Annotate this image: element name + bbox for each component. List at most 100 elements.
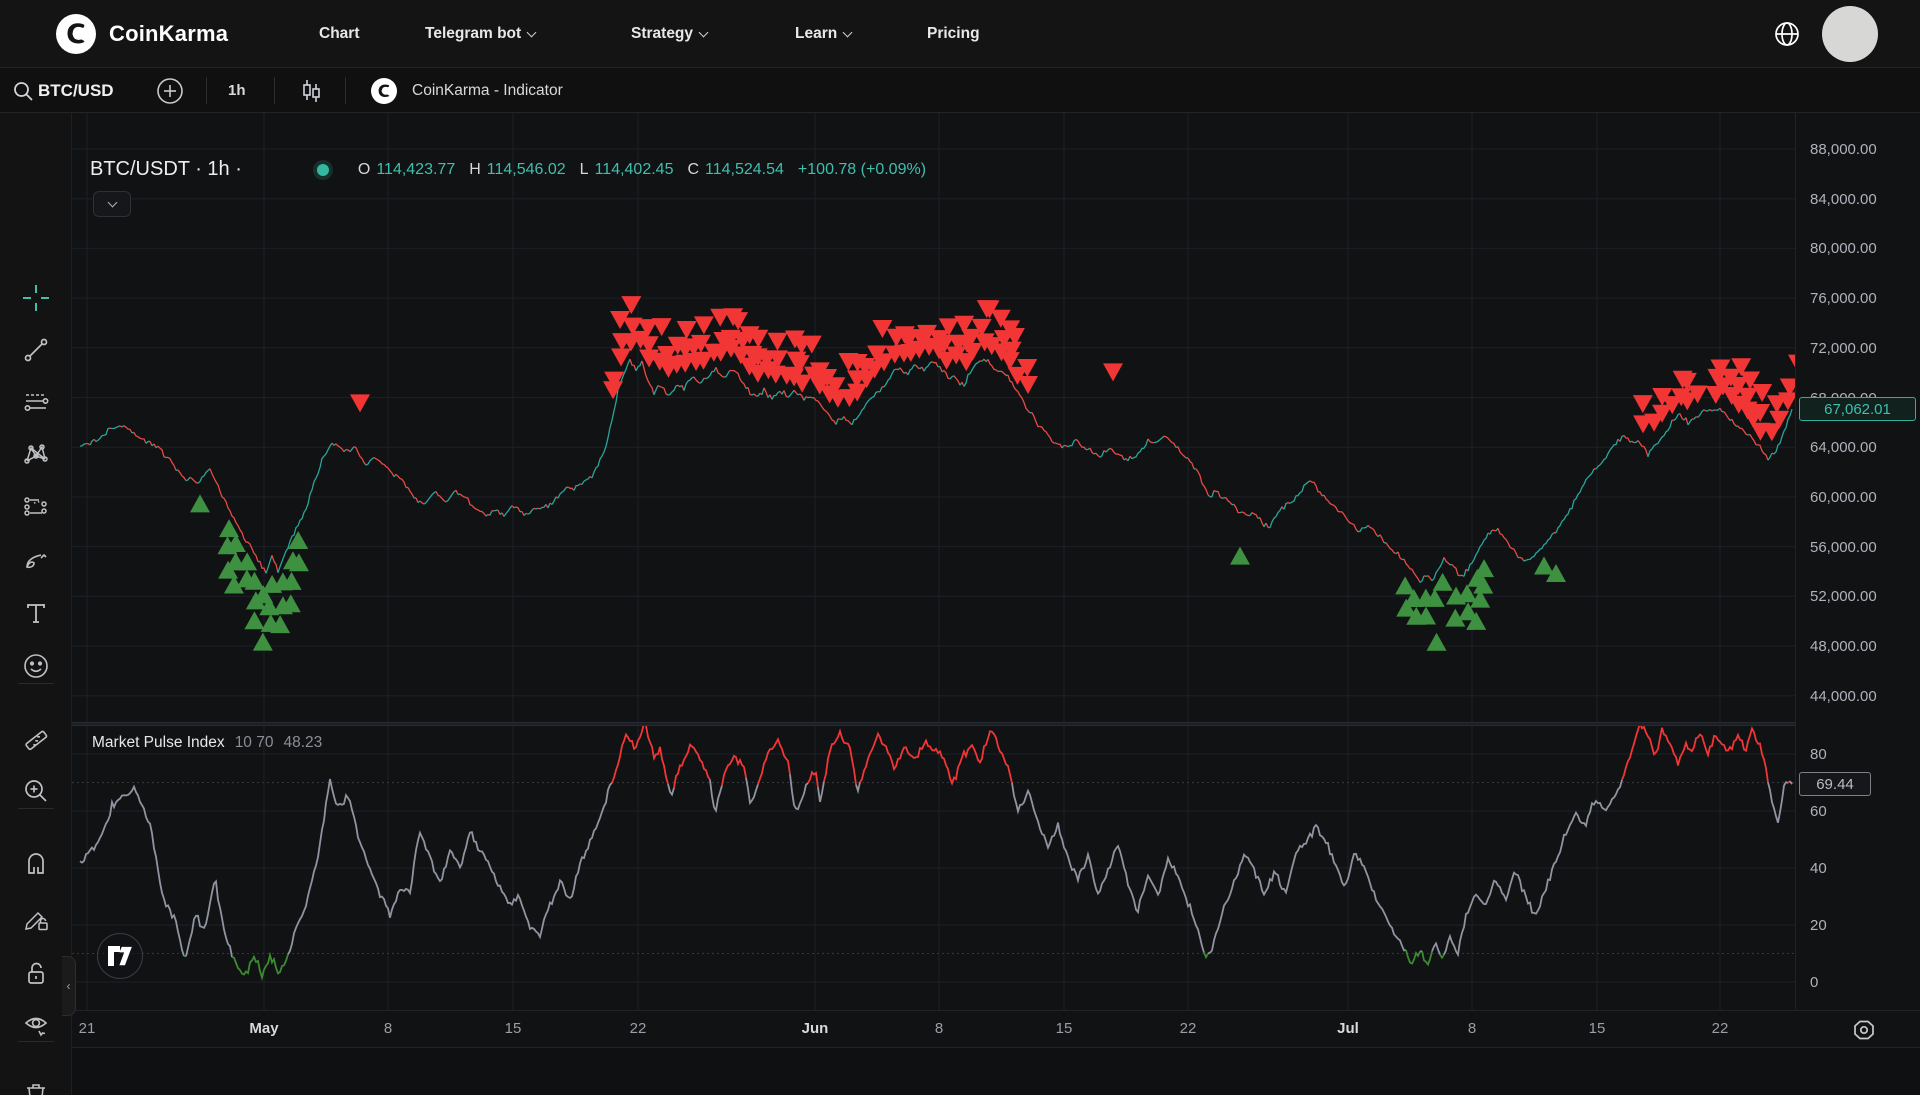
sell-signal-marker bbox=[694, 316, 714, 334]
user-avatar[interactable] bbox=[1822, 6, 1878, 62]
sidebar-collapse-handle[interactable]: ‹ bbox=[62, 956, 76, 1016]
chart-style-candles-icon[interactable] bbox=[298, 68, 324, 113]
time-tick-label: Jul bbox=[1337, 1020, 1359, 1037]
tool-text[interactable] bbox=[14, 591, 58, 635]
sell-signal-marker bbox=[1633, 395, 1653, 413]
crosshair-icon bbox=[22, 284, 50, 312]
sell-signal-marker bbox=[652, 318, 672, 336]
buy-signal-marker bbox=[1395, 576, 1415, 594]
price-tick-label: 64,000.00 bbox=[1810, 439, 1877, 456]
sell-signal-marker bbox=[1752, 384, 1772, 402]
tool-horizontal-lines[interactable] bbox=[14, 380, 58, 424]
brush-icon bbox=[22, 546, 50, 574]
pane-separator[interactable] bbox=[72, 722, 1795, 726]
tradingview-logo[interactable] bbox=[97, 933, 143, 979]
price-tick-label: 76,000.00 bbox=[1810, 290, 1877, 307]
last-price-badge: 67,062.01 bbox=[1799, 397, 1916, 421]
tool-brush[interactable] bbox=[14, 538, 58, 582]
tool-zoom-in[interactable] bbox=[14, 769, 58, 813]
time-tick-label: 22 bbox=[1712, 1020, 1729, 1037]
legend-ohlc: O114,423.77 H114,546.02 L114,402.45 C114… bbox=[358, 161, 926, 179]
buy-signal-marker bbox=[1474, 559, 1494, 577]
sell-signal-marker bbox=[1018, 376, 1038, 394]
brand[interactable]: C CoinKarma bbox=[55, 13, 228, 55]
symbol-search-button[interactable]: BTC/USD bbox=[38, 68, 114, 113]
nav-item-chart[interactable]: Chart bbox=[319, 0, 359, 68]
time-tick-label: 22 bbox=[1180, 1020, 1197, 1037]
tool-remove-all[interactable] bbox=[14, 1072, 58, 1095]
time-tick-label: Jun bbox=[802, 1020, 829, 1037]
magnet-icon bbox=[22, 851, 50, 879]
lock-all-icon bbox=[22, 959, 50, 987]
toolbar-separator bbox=[345, 77, 346, 104]
tool-ruler[interactable] bbox=[14, 718, 58, 762]
price-tick-label: 84,000.00 bbox=[1810, 191, 1877, 208]
chevron-down-icon bbox=[527, 27, 537, 37]
nav-item-telegram-bot[interactable]: Telegram bot bbox=[425, 0, 535, 68]
time-tick-label: 21 bbox=[79, 1020, 96, 1037]
time-tick-label: 8 bbox=[1468, 1020, 1476, 1037]
brand-name: CoinKarma bbox=[109, 21, 228, 47]
buy-signal-marker bbox=[1427, 633, 1447, 651]
time-axis[interactable]: 21May81522Jun81522Jul81522 bbox=[72, 1010, 1920, 1048]
chart-toolbar: BTC/USD 1h C CoinKarma - Indicator bbox=[0, 68, 1920, 113]
sell-signal-marker bbox=[350, 394, 370, 412]
indicator-name[interactable]: CoinKarma - Indicator bbox=[412, 68, 563, 113]
tool-projection[interactable] bbox=[14, 484, 58, 528]
chevron-down-icon bbox=[107, 197, 117, 207]
nav-item-pricing[interactable]: Pricing bbox=[927, 0, 980, 68]
bottom-strip bbox=[72, 1049, 1920, 1095]
coinkarma-logo-icon: C bbox=[55, 13, 97, 55]
price-tick-label: 52,000.00 bbox=[1810, 588, 1877, 605]
indicator-title[interactable]: Market Pulse Index bbox=[92, 734, 225, 752]
time-tick-label: 15 bbox=[505, 1020, 522, 1037]
language-globe-icon[interactable] bbox=[1773, 20, 1801, 48]
text-icon bbox=[22, 599, 50, 627]
symbol-search-icon[interactable] bbox=[12, 68, 34, 113]
indicator-pane-title: Market Pulse Index 10 70 48.23 bbox=[92, 734, 322, 752]
horizontal-lines-icon bbox=[22, 388, 50, 416]
tool-lock-all[interactable] bbox=[14, 951, 58, 995]
nav-item-strategy[interactable]: Strategy bbox=[631, 0, 707, 68]
tool-magnet[interactable] bbox=[14, 843, 58, 887]
sell-signal-marker bbox=[1103, 363, 1123, 381]
indicator-current-value: 48.23 bbox=[283, 734, 322, 752]
chart-canvas[interactable] bbox=[72, 113, 1795, 1010]
tool-drawing-lock[interactable] bbox=[14, 897, 58, 941]
indicator-tick-label: 20 bbox=[1810, 917, 1827, 934]
legend-collapse-button[interactable] bbox=[93, 191, 131, 217]
nav-item-label: Pricing bbox=[927, 25, 980, 43]
indicator-logo-icon: C bbox=[370, 68, 398, 113]
time-axis-settings-icon[interactable] bbox=[1850, 1016, 1878, 1044]
price-tick-label: 88,000.00 bbox=[1810, 141, 1877, 158]
ohlc-high-value: 114,546.02 bbox=[487, 161, 566, 179]
nav-item-label: Strategy bbox=[631, 25, 693, 43]
chart-plot bbox=[72, 113, 1795, 1010]
xabcd-pattern-icon bbox=[22, 440, 50, 468]
compare-add-icon[interactable] bbox=[156, 68, 184, 113]
time-tick-label: 15 bbox=[1056, 1020, 1073, 1037]
nav-item-learn[interactable]: Learn bbox=[795, 0, 851, 68]
toolbar-divider bbox=[18, 1041, 54, 1042]
tool-crosshair[interactable] bbox=[14, 276, 58, 320]
nav-item-label: Learn bbox=[795, 25, 837, 43]
tool-emoji[interactable] bbox=[14, 644, 58, 688]
tool-trend-line[interactable] bbox=[14, 328, 58, 372]
chart-legend: BTC/USDT · 1h · O114,423.77 H114,546.02 … bbox=[90, 158, 926, 181]
remove-all-icon bbox=[22, 1080, 50, 1095]
toolbar-divider bbox=[18, 683, 54, 684]
price-axis[interactable]: 67,062.01 69.44 88,000.0084,000.0080,000… bbox=[1795, 113, 1920, 1010]
indicator-tick-label: 40 bbox=[1810, 860, 1827, 877]
buy-signal-marker bbox=[253, 633, 273, 651]
nav-item-label: Telegram bot bbox=[425, 25, 521, 43]
price-tick-label: 44,000.00 bbox=[1810, 688, 1877, 705]
interval-button[interactable]: 1h bbox=[228, 68, 246, 113]
legend-symbol[interactable]: BTC/USDT · 1h · bbox=[90, 158, 242, 181]
top-nav: C CoinKarma Chart Telegram bot Strategy Lea… bbox=[0, 0, 1920, 68]
price-tick-label: 48,000.00 bbox=[1810, 638, 1877, 655]
ohlc-low-label: L bbox=[580, 161, 589, 179]
tool-xabcd-pattern[interactable] bbox=[14, 432, 58, 476]
indicator-tick-label: 0 bbox=[1810, 974, 1818, 991]
ohlc-change: +100.78 (+0.09%) bbox=[798, 161, 926, 179]
indicator-tick-label: 80 bbox=[1810, 746, 1827, 763]
